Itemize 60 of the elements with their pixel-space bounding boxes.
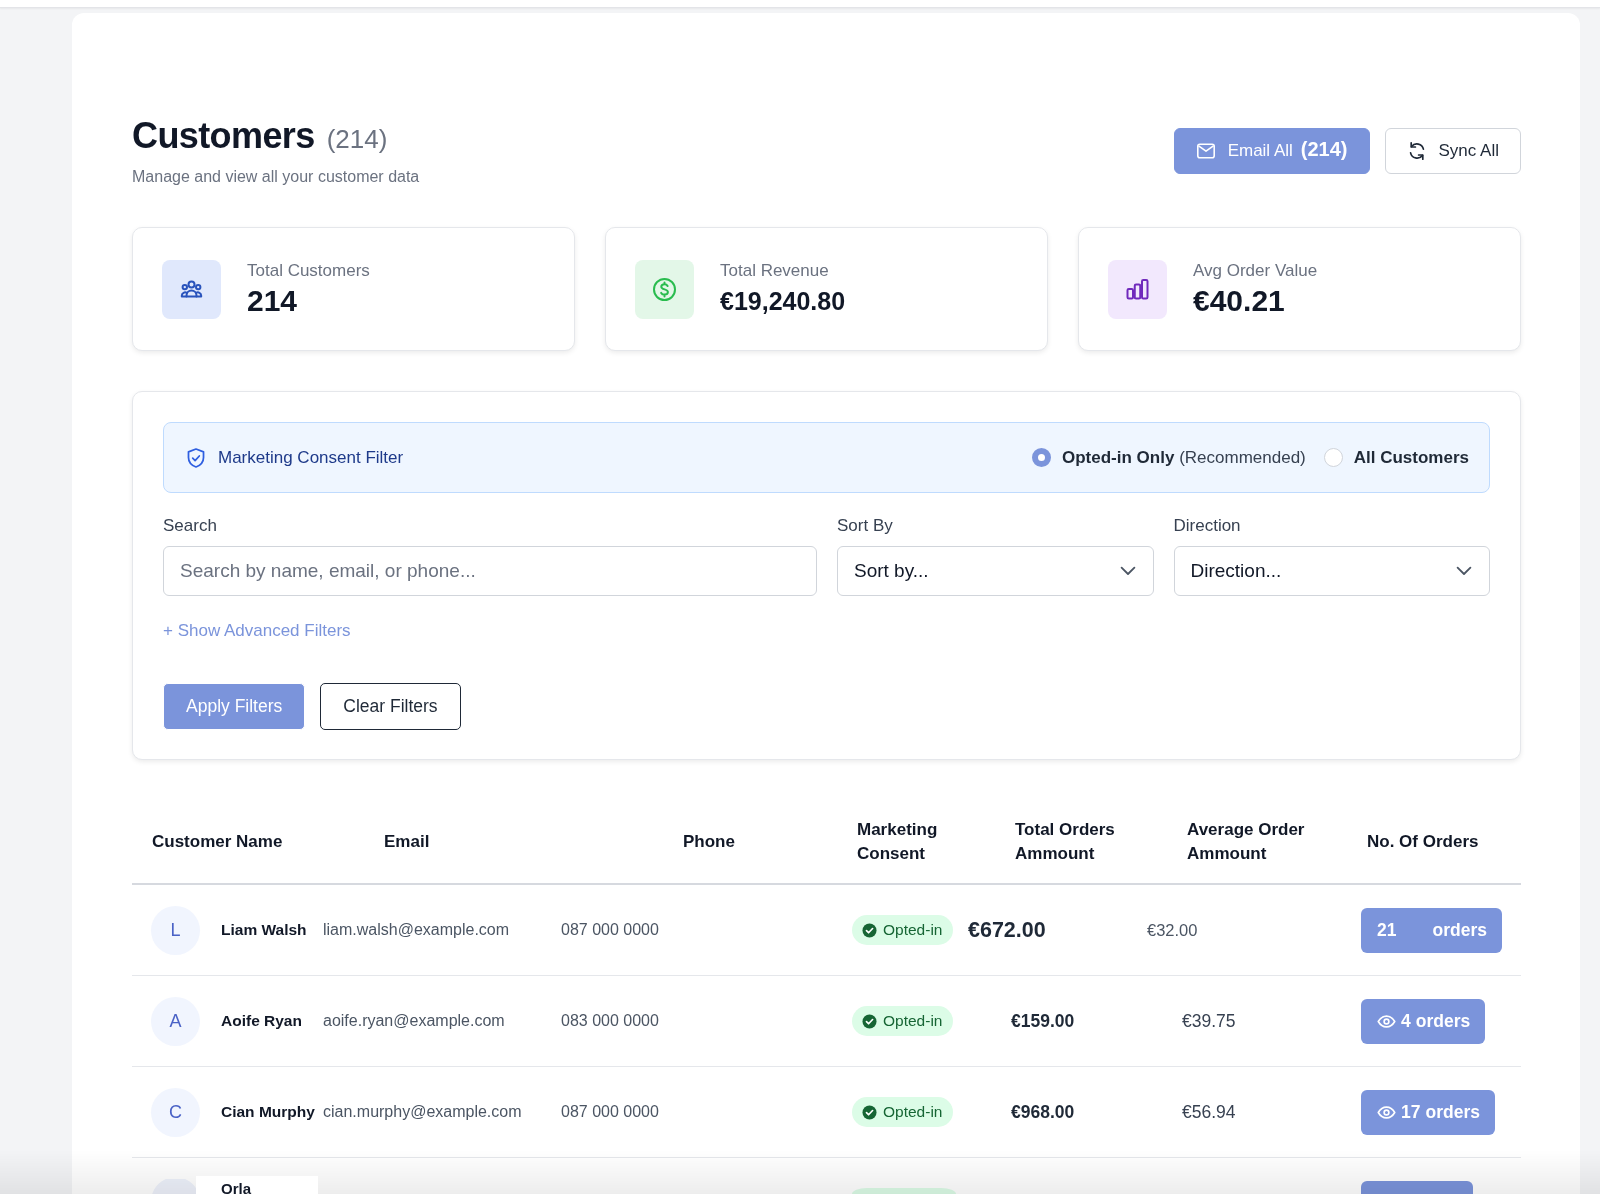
radio-label[interactable]: All Customers (1353, 444, 1469, 471)
stat-label: Avg Order Value (1193, 259, 1318, 282)
radio-label[interactable]: Opted-in Only (Recommended) (1062, 444, 1306, 471)
customer-email: cian.murphy@example.com (323, 1103, 522, 1120)
dropdown-field[interactable]: Sort by... (837, 546, 1154, 596)
mail-icon (1195, 141, 1216, 161)
column-header: Marketing Consent (857, 819, 939, 865)
sync-all-button[interactable]: Sync All (1384, 128, 1521, 174)
check-circle-icon (862, 1104, 877, 1120)
view-orders-button[interactable] (1361, 1181, 1473, 1194)
avatar: L (151, 905, 200, 955)
average-amount: €39.75 (1182, 1010, 1236, 1031)
column-header: Email (384, 831, 430, 853)
avatar: C (151, 1087, 200, 1137)
page-title: Customers (132, 116, 315, 156)
avatar: A (151, 996, 200, 1046)
chevron-down-icon (1456, 566, 1472, 576)
average-amount: €32.00 (1147, 920, 1198, 939)
dropdown-field[interactable]: Direction... (1173, 546, 1490, 596)
field-label: Direction (1173, 516, 1241, 536)
consent-status: Opted-in (883, 920, 943, 941)
check-circle-icon (862, 922, 877, 938)
page-subtitle: Manage and view all your customer data (132, 167, 420, 187)
chevron-down-icon (1119, 566, 1136, 576)
consent-filter-title: Marketing Consent Filter (218, 446, 404, 469)
check-circle-icon (862, 1013, 877, 1029)
total-amount: €159.00 (1011, 1010, 1075, 1031)
column-header: Phone (683, 831, 735, 853)
customer-name: Aoife Ryan (221, 1012, 302, 1029)
customer-name: Orla (221, 1181, 251, 1194)
customer-count: (214) (326, 123, 388, 156)
stat-value: €40.21 (1193, 282, 1286, 319)
column-header: Average Order Ammount (1187, 819, 1306, 865)
customer-phone: 087 000 0000 (561, 1103, 659, 1120)
column-header: Customer Name (152, 831, 283, 853)
field-label: Search (163, 516, 217, 536)
stat-value: €19,240.80 (720, 285, 846, 317)
customer-name: Liam Walsh (221, 921, 307, 938)
clear-filters-button[interactable]: Clear Filters (320, 683, 461, 730)
shield-check-icon (185, 446, 207, 469)
column-header: No. Of Orders (1367, 831, 1479, 853)
total-amount: €968.00 (1011, 1101, 1075, 1122)
consent-status: Opted-in (883, 1011, 943, 1032)
customer-phone: 083 000 0000 (561, 1012, 659, 1029)
average-amount: €56.94 (1182, 1101, 1236, 1122)
radio-button[interactable] (1032, 448, 1051, 467)
avatar-icon (152, 1179, 199, 1194)
stat-value: 214 (247, 282, 299, 319)
customer-name: Cian Murphy (221, 1103, 315, 1120)
stat-label: Total Revenue (720, 259, 830, 282)
total-amount: €672.00 (968, 917, 1046, 942)
stat-label: Total Customers (247, 259, 370, 282)
consent-status: Opted-in (883, 1102, 943, 1123)
column-header: Total Orders Ammount (1015, 819, 1116, 865)
customer-email: aoife.ryan@example.com (323, 1012, 505, 1029)
customer-phone: 087 000 0000 (561, 921, 659, 938)
field-label: Sort By (837, 516, 893, 536)
search-field[interactable]: Search by name, email, or phone... (163, 546, 817, 596)
customer-email: liam.walsh@example.com (323, 921, 510, 938)
radio-button[interactable] (1323, 448, 1343, 467)
